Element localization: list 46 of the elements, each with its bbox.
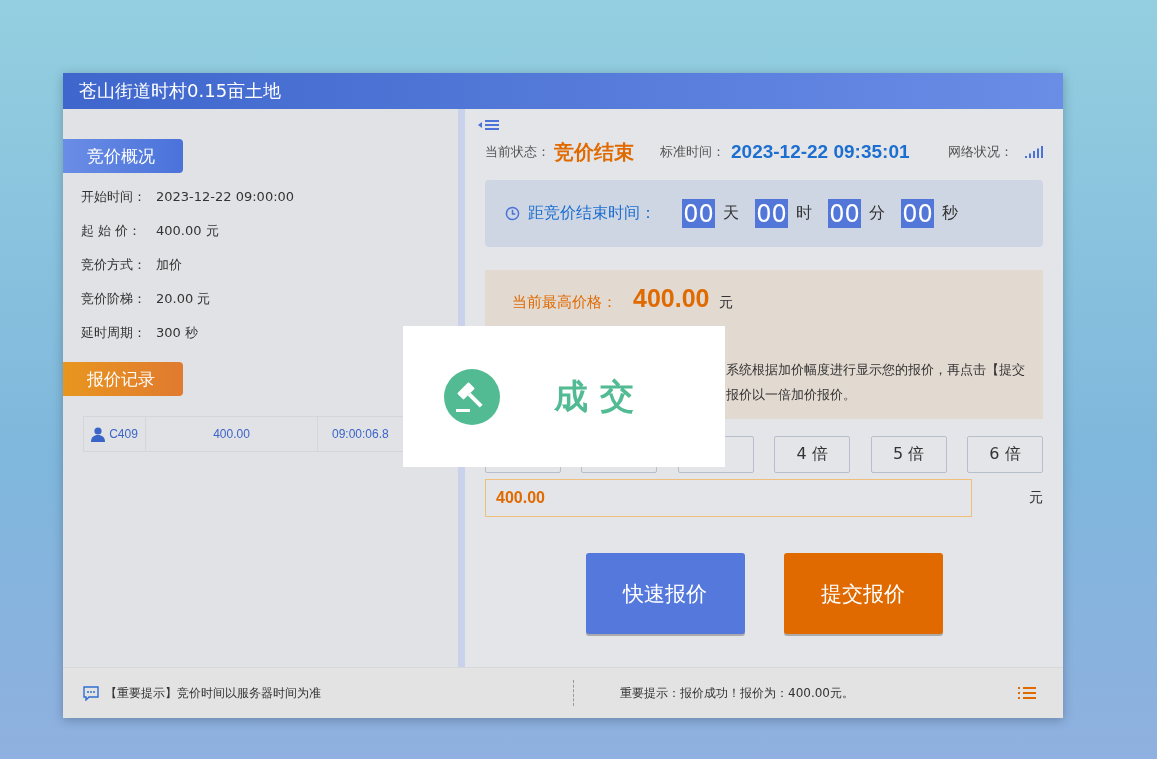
- time-unit: 秒: [942, 203, 958, 224]
- time-unit: 天: [723, 203, 739, 224]
- info-label: 开始时间：: [81, 187, 147, 206]
- countdown-label: 距竞价结束时间：: [528, 203, 656, 224]
- clock-icon: [505, 206, 520, 221]
- info-value: 400.00 元: [156, 221, 219, 240]
- countdown-digits: 00: [901, 199, 934, 228]
- window-title: 苍山街道时村0.15亩土地: [63, 73, 1063, 109]
- info-label: 延时周期：: [81, 323, 147, 342]
- hint-text: 报价以一倍加价报价。: [726, 386, 856, 404]
- info-value: 加价: [156, 255, 182, 274]
- signal-icon: [1025, 146, 1043, 158]
- countdown-digits: 00: [755, 199, 788, 228]
- network-label: 网络状况：: [948, 143, 1013, 161]
- price-label: 当前最高价格：: [512, 293, 617, 312]
- quick-bid-button[interactable]: 快速报价: [585, 553, 745, 634]
- time-label: 标准时间：: [660, 143, 725, 161]
- bidder-id: C409: [109, 427, 138, 441]
- bid-unit: 元: [1029, 489, 1043, 507]
- price-unit: 元: [719, 294, 734, 312]
- list-icon[interactable]: [1018, 687, 1036, 699]
- footer-message: 重要提示：报价成功！报价为：400.00元。: [620, 684, 854, 702]
- hint-text: 系统根据加价幅度进行显示您的报价，再点击【提交: [726, 361, 1025, 379]
- info-value: 300 秒: [156, 323, 198, 342]
- status-label: 当前状态：: [485, 143, 550, 161]
- info-value: 20.00 元: [156, 289, 211, 308]
- time-unit: 分: [869, 203, 885, 224]
- deal-text: 成 交: [554, 374, 634, 418]
- countdown-digits: 00: [682, 199, 715, 228]
- info-label: 起 始 价：: [81, 221, 143, 240]
- multiplier-button[interactable]: 6 倍: [966, 436, 1043, 473]
- time-unit: 时: [796, 203, 812, 224]
- multiplier-button[interactable]: 4 倍: [774, 436, 851, 473]
- info-value: 2023-12-22 09:00:00: [156, 189, 295, 204]
- countdown-digits: 00: [828, 199, 861, 228]
- user-icon: [91, 426, 106, 442]
- status-value: 竞价结束: [554, 138, 634, 166]
- info-label: 竞价阶梯：: [81, 289, 147, 308]
- footer-notice: 【重要提示】竞价时间以服务器时间为准: [105, 684, 322, 702]
- table-cell: 400.00: [146, 417, 318, 451]
- chat-icon: [83, 685, 99, 701]
- highest-price: 400.00: [633, 284, 710, 313]
- gavel-icon: [444, 368, 500, 425]
- multiplier-button[interactable]: 5 倍: [870, 436, 947, 473]
- server-time: 2023-12-22 09:35:01: [731, 141, 910, 163]
- info-label: 竞价方式：: [81, 255, 147, 274]
